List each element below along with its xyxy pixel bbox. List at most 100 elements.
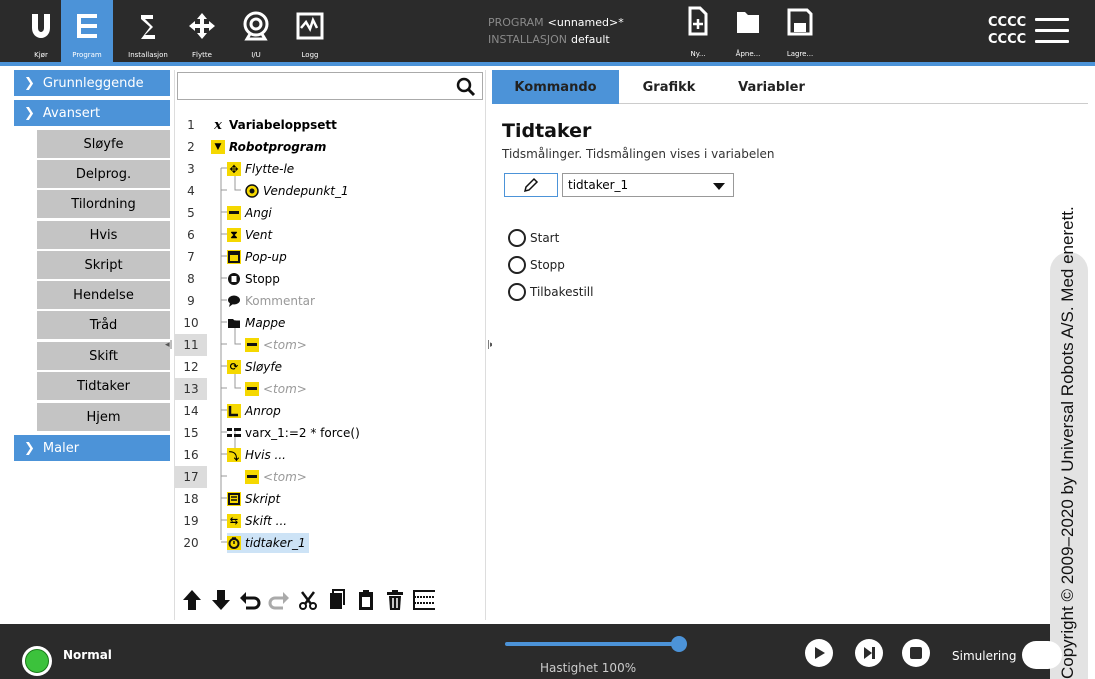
- advanced-item-event[interactable]: Hendelse: [37, 281, 170, 309]
- step-button[interactable]: [855, 639, 883, 667]
- radio-button[interactable]: [508, 229, 526, 247]
- save-program-button[interactable]: Lagre...: [776, 6, 824, 58]
- speed-label: Hastighet 100%: [540, 661, 637, 675]
- tree-node-if[interactable]: ⤵ Hvis ...: [227, 445, 286, 465]
- tree-node-stop[interactable]: Stopp: [227, 269, 280, 289]
- tree-toolbar: [175, 584, 485, 616]
- collapse-left-handle[interactable]: ◂|: [165, 340, 173, 350]
- category-templates[interactable]: ❯ Maler: [14, 435, 170, 461]
- tree-node-call[interactable]: Anrop: [227, 401, 281, 421]
- nav-move-button[interactable]: Flytte: [186, 0, 218, 62]
- waypoint-icon: [245, 184, 259, 198]
- tree-node-empty[interactable]: <tom>: [245, 379, 307, 399]
- header-accent-line: [0, 62, 1095, 66]
- tree-node-loop[interactable]: ⟳ Sløyfe: [227, 357, 282, 377]
- speed-slider-track[interactable]: [505, 642, 681, 646]
- timer-variable-select[interactable]: tidtaker_1: [562, 173, 734, 197]
- switch-icon: ⇆: [227, 514, 241, 528]
- advanced-item-loop[interactable]: Sløyfe: [37, 130, 170, 158]
- speed-slider-handle[interactable]: [671, 636, 687, 652]
- dropdown-arrow-icon: [713, 183, 725, 190]
- tree-node-comment[interactable]: Kommentar: [227, 291, 315, 311]
- top-bar: Kjør Program Installasjon Flytte I/U Log…: [0, 0, 1095, 62]
- tree-node-move-joint[interactable]: ✥ Flytte-le: [227, 159, 294, 179]
- line-number: 8: [187, 272, 195, 286]
- tree-node-robot-program[interactable]: ▼ Robotprogram: [211, 137, 326, 157]
- program-name: <unnamed>*: [547, 16, 624, 29]
- hourglass-icon: ⧗: [227, 228, 241, 242]
- tree-node-assignment[interactable]: varx_1:=2 * force(): [227, 423, 360, 443]
- cut-icon[interactable]: [297, 588, 319, 612]
- line-number: 10: [183, 316, 199, 330]
- installation-icon: [133, 0, 163, 51]
- undo-icon[interactable]: [239, 588, 261, 612]
- tree-node-empty[interactable]: <tom>: [245, 467, 307, 487]
- program-icon: [72, 0, 102, 51]
- radio-stop[interactable]: Stopp: [508, 256, 565, 274]
- copyright-text: Copyright © 2009–2020 by Universal Robot…: [1058, 206, 1077, 679]
- tab-graphics[interactable]: Grafikk: [619, 70, 719, 104]
- nav-log-button[interactable]: Logg: [292, 0, 328, 62]
- tree-node-timer-selected[interactable]: tidtaker_1: [227, 533, 309, 553]
- nav-installation-button[interactable]: Installasjon: [120, 0, 176, 62]
- tab-command[interactable]: Kommando: [492, 70, 619, 104]
- move-up-icon[interactable]: [181, 588, 203, 612]
- edit-variable-button[interactable]: [504, 173, 558, 197]
- chevron-down-icon: ❯: [24, 105, 35, 121]
- line-number: 15: [183, 426, 199, 440]
- radio-button[interactable]: [508, 256, 526, 274]
- redo-icon[interactable]: [268, 588, 290, 612]
- popup-icon: [227, 250, 241, 264]
- advanced-item-home[interactable]: Hjem: [37, 403, 170, 431]
- advanced-item-assignment[interactable]: Tilordning: [37, 190, 170, 218]
- new-program-button[interactable]: Ny...: [674, 6, 722, 58]
- stop-button[interactable]: [902, 639, 930, 667]
- robot-status-icon[interactable]: [22, 646, 52, 676]
- line-number: 4: [187, 184, 195, 198]
- tree-node-folder[interactable]: Mappe: [227, 313, 285, 333]
- advanced-item-if[interactable]: Hvis: [37, 221, 170, 249]
- program-info: PROGRAM <unnamed>* INSTALLASJON default: [488, 16, 624, 46]
- category-advanced[interactable]: ❯ Avansert: [14, 100, 170, 126]
- tab-variables[interactable]: Variabler: [719, 70, 824, 104]
- tree-node-set[interactable]: Angi: [227, 203, 272, 223]
- tree-node-popup[interactable]: Pop-up: [227, 247, 287, 267]
- nav-program-button[interactable]: Program: [61, 0, 113, 62]
- play-icon: [815, 647, 825, 659]
- open-program-button[interactable]: Åpne...: [724, 6, 772, 58]
- line-number: 12: [183, 360, 199, 374]
- advanced-item-subprogram[interactable]: Delprog.: [37, 160, 170, 188]
- tree-node-variables-setup[interactable]: x Variabeloppsett: [211, 115, 337, 135]
- empty-placeholder-icon: [245, 382, 259, 396]
- nav-run-button[interactable]: Kjør: [26, 0, 56, 62]
- radio-button[interactable]: [508, 283, 526, 301]
- chevron-right-icon: ❯: [24, 440, 35, 456]
- advanced-item-timer[interactable]: Tidtaker: [37, 372, 170, 400]
- tree-node-wait[interactable]: ⧗ Vent: [227, 225, 272, 245]
- comment-icon: [227, 294, 241, 308]
- copy-icon[interactable]: [326, 588, 348, 612]
- radio-reset[interactable]: Tilbakestill: [508, 283, 593, 301]
- suppress-icon[interactable]: [413, 588, 435, 612]
- move-icon: ✥: [227, 162, 241, 176]
- advanced-item-switch[interactable]: Skift: [37, 342, 170, 370]
- advanced-item-script[interactable]: Skript: [37, 251, 170, 279]
- simulation-toggle[interactable]: [1022, 641, 1062, 669]
- delete-icon[interactable]: [384, 588, 406, 612]
- tree-node-empty[interactable]: <tom>: [245, 335, 307, 355]
- play-button[interactable]: [805, 639, 833, 667]
- radio-start[interactable]: Start: [508, 229, 559, 247]
- category-basic[interactable]: ❯ Grunnleggende: [14, 70, 170, 96]
- advanced-item-thread[interactable]: Tråd: [37, 311, 170, 339]
- hamburger-menu-icon[interactable]: [1035, 18, 1069, 44]
- tree-node-switch[interactable]: ⇆ Skift ...: [227, 511, 287, 531]
- tree-node-script[interactable]: Skript: [227, 489, 280, 509]
- move-down-icon[interactable]: [210, 588, 232, 612]
- tree-node-waypoint[interactable]: Vendepunkt_1: [245, 181, 349, 201]
- paste-icon[interactable]: [355, 588, 377, 612]
- node-description: Tidsmålinger. Tidsmålingen vises i varia…: [502, 147, 775, 161]
- nav-io-button[interactable]: I/U: [240, 0, 272, 62]
- editor-tabs: Kommando Grafikk Variabler: [492, 70, 1088, 104]
- line-number: 5: [187, 206, 195, 220]
- robot-status-label: Normal: [63, 648, 112, 662]
